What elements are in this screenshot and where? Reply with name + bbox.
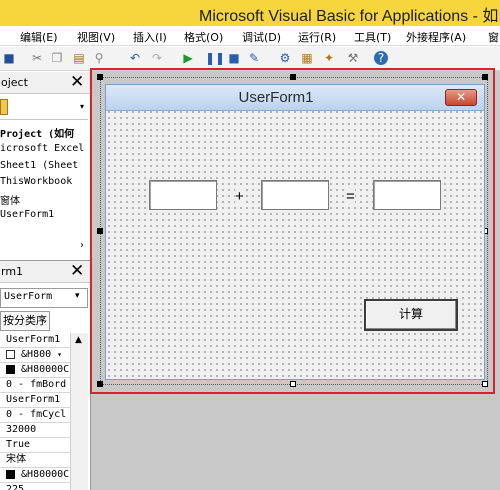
tree-excel-objects[interactable]: icrosoft Excel [0,143,90,159]
prop-value[interactable]: 宋体 [0,453,70,468]
highlight-frame [90,68,495,394]
menu-edit[interactable]: 编辑(E) [20,29,58,45]
scroll-arrow-icon[interactable]: ▾ [80,102,84,111]
prop-value[interactable]: 32000 [0,423,70,438]
color-swatch [6,349,15,359]
menu-format[interactable]: 格式(O) [184,29,223,45]
window-title: Microsoft Visual Basic for Applications … [199,8,499,25]
menu-window[interactable]: 窗 [488,29,499,45]
redo-icon[interactable]: ↷ [150,51,164,65]
find-icon[interactable]: ⚲ [92,51,106,65]
project-explorer-icon[interactable]: ⚙ [278,51,292,65]
save-icon[interactable]: ■ [2,51,16,65]
chevron-down-icon[interactable]: ▾ [57,350,62,359]
prop-color-value: &H80000C [21,469,70,480]
properties-icon[interactable]: ▦ [300,51,314,65]
tree-forms-folder[interactable]: 窗体 [0,192,90,208]
paste-icon[interactable]: ▤ [72,51,86,65]
prop-color-value: &H800 [21,349,52,360]
close-icon[interactable]: ✕ [70,72,84,92]
prop-value[interactable]: 0 - fmCycl [0,408,70,423]
prop-value[interactable]: UserForm1 [0,333,70,348]
design-mode-icon[interactable]: ✎ [247,51,261,65]
chevron-down-icon[interactable]: ▾ [75,291,80,301]
copy-icon[interactable]: ❐ [50,51,64,65]
break-icon[interactable]: ❚❚ [205,51,225,65]
color-swatch [6,469,15,479]
title-bar: Microsoft Visual Basic for Applications … [0,0,500,26]
cut-icon[interactable]: ✂ [30,51,44,65]
prop-value[interactable]: &H80000C [0,468,70,483]
project-toolbar: ▾ [0,96,88,120]
properties-pane-header: rm1 ✕ [0,261,90,283]
prop-value[interactable]: 225 [0,483,70,490]
project-pane-header: oject ✕ [0,72,90,94]
property-scrollbar[interactable]: ▲ [70,333,88,490]
color-swatch [6,364,15,374]
run-icon[interactable]: ▶ [181,51,195,65]
tree-thisworkbook[interactable]: ThisWorkbook [0,176,90,192]
menu-addins[interactable]: 外接程序(A) [406,29,466,45]
project-pane-label: oject [1,76,28,89]
reset-icon[interactable]: ■ [227,51,241,65]
undo-icon[interactable]: ↶ [128,51,142,65]
tree-project-node[interactable]: Project (如何 [0,125,90,141]
menu-tools[interactable]: 工具(T) [354,29,391,45]
menu-bar: 编辑(E) 视图(V) 插入(I) 格式(O) 调试(D) 运行(R) 工具(T… [0,26,500,46]
prop-value[interactable]: &H800 ▾ [0,348,70,363]
menu-insert[interactable]: 插入(I) [133,29,167,45]
tree-sheet1[interactable]: Sheet1 (Sheet [0,160,90,176]
close-icon[interactable]: ✕ [70,261,84,281]
menu-run[interactable]: 运行(R) [298,29,336,45]
help-icon[interactable]: ? [374,51,388,65]
properties-pane-label: rm1 [1,265,24,278]
object-select[interactable]: UserForm ▾ [0,288,88,308]
chevron-right-icon[interactable]: › [80,240,84,251]
prop-value[interactable]: True [0,438,70,453]
tab-categorized[interactable]: 按分类序 [0,311,50,331]
toolbox-icon[interactable]: ⚒ [346,51,360,65]
object-select-value: UserForm [4,291,53,302]
prop-value[interactable]: &H80000C [0,363,70,378]
prop-value[interactable]: 0 - fmBord [0,378,70,393]
folder-icon[interactable] [0,99,8,115]
object-browser-icon[interactable]: ✦ [322,51,336,65]
scroll-up-icon[interactable]: ▲ [75,335,82,345]
menu-view[interactable]: 视图(V) [77,29,115,45]
menu-debug[interactable]: 调试(D) [242,29,281,45]
prop-color-value: &H80000C [21,364,70,375]
tree-userform1[interactable]: UserForm1 [0,209,90,225]
prop-value[interactable]: UserForm1 [0,393,70,408]
